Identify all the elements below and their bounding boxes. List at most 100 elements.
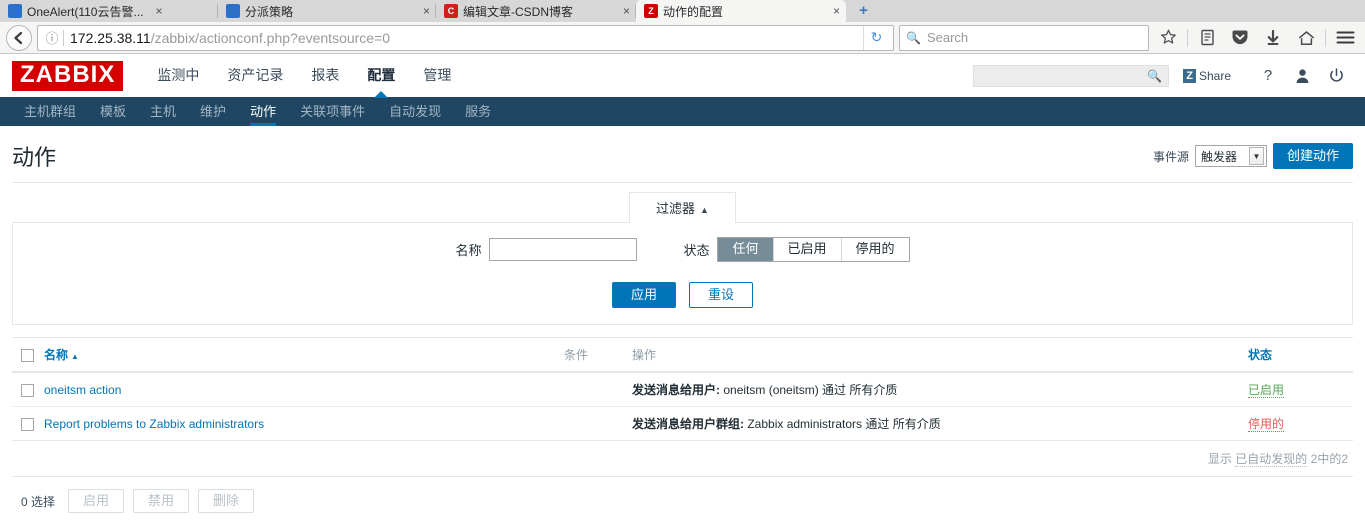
footer-discovered-link[interactable]: 已自动发现的 xyxy=(1235,452,1308,467)
close-icon[interactable]: × xyxy=(423,4,430,18)
row-conditions-cell xyxy=(559,407,627,441)
menu-item-administration[interactable]: 管理 xyxy=(409,54,465,97)
zabbix-logo[interactable]: ZABBIX xyxy=(12,60,124,91)
help-icon[interactable]: ? xyxy=(1251,67,1285,84)
subnav-item-services[interactable]: 服务 xyxy=(453,97,503,126)
filter-tab[interactable]: 过滤器 ▲ xyxy=(629,192,736,223)
browser-tab-title: 分派策略 xyxy=(245,4,294,19)
row-conditions-cell xyxy=(559,372,627,407)
back-button[interactable] xyxy=(6,24,32,51)
subnav-item-hosts[interactable]: 主机 xyxy=(138,97,188,126)
browser-tab-title: 动作的配置 xyxy=(663,4,724,19)
filter-tab-row: 过滤器 ▲ xyxy=(12,191,1353,223)
browser-tab-title: 编辑文章-CSDN博客 xyxy=(463,4,573,19)
pocket-icon[interactable] xyxy=(1226,25,1254,51)
browser-tab-2[interactable]: 分派策略 × xyxy=(218,0,436,22)
actions-table: 名称 ▲ 条件 操作 状态 oneitsm action 发送消息给用户: one… xyxy=(12,337,1353,441)
filter-tab-label: 过滤器 xyxy=(656,201,696,216)
browser-search-bar[interactable]: 🔍 Search xyxy=(899,24,1149,51)
status-badge[interactable]: 停用的 xyxy=(1248,417,1285,432)
bulk-actions-bar: 0 选择 启用 禁用 删除 xyxy=(12,477,1353,513)
select-all-checkbox[interactable] xyxy=(21,348,34,362)
subnav-item-discovery[interactable]: 自动发现 xyxy=(377,97,453,126)
browser-navigation-bar: ⓘ 172.25.38.11/zabbix/actionconf.php?eve… xyxy=(0,22,1365,54)
page-title: 动作 xyxy=(12,145,57,170)
menu-item-reports[interactable]: 报表 xyxy=(297,54,353,97)
footer-prefix: 显示 xyxy=(1207,452,1232,466)
home-icon[interactable] xyxy=(1292,25,1320,51)
column-header-name-label: 名称 xyxy=(44,348,69,362)
menu-icon[interactable] xyxy=(1331,25,1359,51)
page-header: 动作 事件源 触发器 ▼ 创建动作 xyxy=(12,126,1353,183)
row-checkbox[interactable] xyxy=(21,383,34,397)
status-badge[interactable]: 已启用 xyxy=(1248,383,1285,398)
row-name-cell: oneitsm action xyxy=(39,372,559,407)
header-right-controls: 🔍 Z Share ? xyxy=(973,64,1353,87)
column-header-name[interactable]: 名称 ▲ xyxy=(39,337,559,373)
eventsource-label: 事件源 xyxy=(1152,149,1189,164)
zabbix-search-input[interactable]: 🔍 xyxy=(973,64,1170,87)
subnav-item-actions[interactable]: 动作 xyxy=(238,97,288,126)
sort-asc-icon: ▲ xyxy=(71,352,79,361)
browser-tab-1[interactable]: OneAlert(110云告警... × xyxy=(0,0,218,22)
filter-status-label: 状态 xyxy=(683,243,710,258)
divider xyxy=(63,29,64,46)
browser-tab-3[interactable]: C 编辑文章-CSDN博客 × xyxy=(436,0,636,22)
action-name-link[interactable]: Report problems to Zabbix administrators xyxy=(44,417,264,431)
action-name-link[interactable]: oneitsm action xyxy=(44,383,121,397)
subnav-item-event-correlation[interactable]: 关联项事件 xyxy=(288,97,377,126)
main-menu: 监测中 资产记录 报表 配置 管理 xyxy=(143,54,465,98)
filter-name-input[interactable] xyxy=(489,238,638,261)
delete-button[interactable]: 删除 xyxy=(198,489,255,513)
logout-power-icon[interactable] xyxy=(1319,67,1353,84)
footer-count: 2中的2 xyxy=(1310,452,1348,466)
disable-button[interactable]: 禁用 xyxy=(133,489,190,513)
zabbix-header: ZABBIX 监测中 资产记录 报表 配置 管理 🔍 Z Share ? xyxy=(0,54,1365,98)
library-icon[interactable] xyxy=(1193,25,1221,51)
url-path: /zabbix/actionconf.php?eventsource=0 xyxy=(150,29,391,46)
back-arrow-icon xyxy=(14,31,23,44)
close-icon[interactable]: × xyxy=(623,4,630,18)
eventsource-select[interactable]: 触发器 ▼ xyxy=(1194,145,1267,167)
menu-item-monitoring[interactable]: 监测中 xyxy=(143,54,213,97)
column-header-status[interactable]: 状态 xyxy=(1243,337,1353,373)
chevron-down-icon: ▼ xyxy=(1248,147,1264,165)
bookmark-star-icon[interactable] xyxy=(1154,25,1182,51)
browser-tab-4-active[interactable]: Z 动作的配置 × xyxy=(636,0,846,22)
chevron-up-icon: ▲ xyxy=(700,205,709,215)
create-action-button[interactable]: 创建动作 xyxy=(1272,143,1353,169)
sub-navigation: 主机群组 模板 主机 维护 动作 关联项事件 自动发现 服务 xyxy=(0,97,1365,126)
close-icon[interactable]: × xyxy=(833,4,840,18)
table-row: Report problems to Zabbix administrators… xyxy=(12,407,1353,441)
reload-icon[interactable]: ↻ xyxy=(863,25,889,50)
enable-button[interactable]: 启用 xyxy=(68,489,125,513)
apply-button[interactable]: 应用 xyxy=(611,282,676,308)
filter-row: 名称 状态 任何 已启用 停用的 xyxy=(13,237,1352,262)
subnav-item-host-groups[interactable]: 主机群组 xyxy=(12,97,88,126)
filter-status-any[interactable]: 任何 xyxy=(718,238,774,261)
menu-item-inventory[interactable]: 资产记录 xyxy=(213,54,297,97)
filter-status-enabled[interactable]: 已启用 xyxy=(773,238,842,261)
table-header-row: 名称 ▲ 条件 操作 状态 xyxy=(12,337,1353,373)
divider xyxy=(1325,28,1326,47)
new-tab-button[interactable]: + xyxy=(846,0,886,22)
globe-icon xyxy=(8,4,22,18)
subnav-item-templates[interactable]: 模板 xyxy=(88,97,138,126)
menu-item-configuration[interactable]: 配置 xyxy=(353,54,409,98)
operation-label: 发送消息给用户: xyxy=(632,383,720,397)
reset-button[interactable]: 重设 xyxy=(689,282,754,308)
filter-status-disabled[interactable]: 停用的 xyxy=(841,238,909,261)
globe-icon xyxy=(226,4,240,18)
site-info-icon[interactable]: ⓘ xyxy=(42,28,62,47)
address-bar[interactable]: ⓘ 172.25.38.11/zabbix/actionconf.php?eve… xyxy=(37,24,894,51)
browser-tab-strip: OneAlert(110云告警... × 分派策略 × C 编辑文章-CSDN博… xyxy=(0,0,1365,22)
row-checkbox[interactable] xyxy=(21,417,34,431)
downloads-icon[interactable] xyxy=(1259,25,1287,51)
subnav-item-maintenance[interactable]: 维护 xyxy=(188,97,238,126)
column-header-operations: 操作 xyxy=(627,337,1243,373)
close-icon[interactable]: × xyxy=(156,4,163,18)
share-button[interactable]: Z Share xyxy=(1183,68,1231,83)
filter-status-radio-group: 任何 已启用 停用的 xyxy=(717,237,910,262)
user-profile-icon[interactable] xyxy=(1285,68,1319,84)
filter-buttons: 应用 重设 xyxy=(13,282,1352,308)
